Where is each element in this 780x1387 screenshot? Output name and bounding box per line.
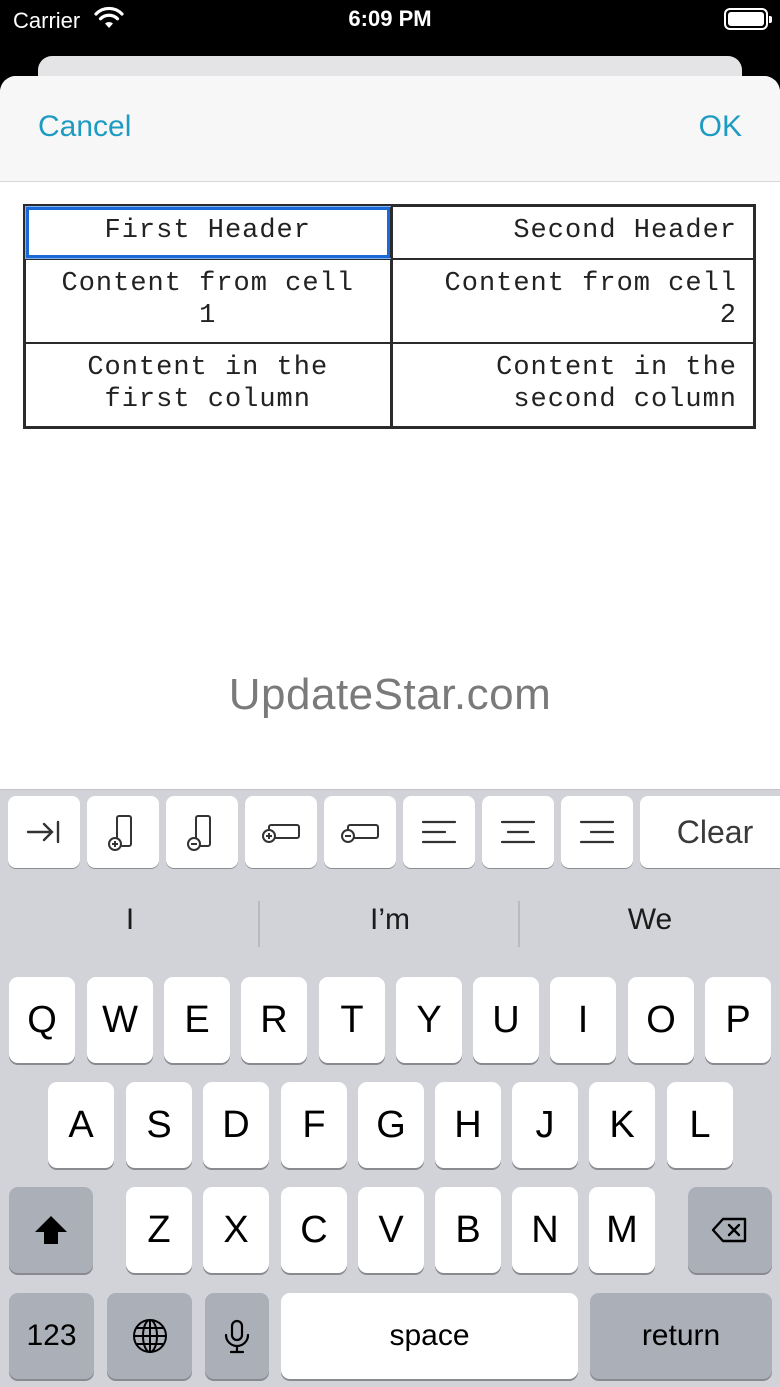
suggestion-item[interactable]: We [520,903,780,937]
keyboard: I I’m We Q W E R T Y U I O P A S D F G H… [0,877,780,1387]
table-header-row: First Header Second Header [26,207,753,258]
key-m[interactable]: M [589,1187,655,1273]
battery-icon [724,8,772,30]
align-right-icon [579,820,615,844]
status-bar: Carrier 6:09 PM [0,0,780,44]
table-cell[interactable]: Content from cell 2 [389,260,754,342]
microphone-icon [224,1319,250,1354]
table-cell[interactable]: Content from cell 1 [26,260,390,342]
delete-key[interactable] [688,1187,772,1273]
suggestion-bar: I I’m We [0,877,780,969]
align-left-button[interactable] [403,796,475,868]
markdown-table: First Header Second Header Content from … [23,204,756,429]
return-key[interactable]: return [590,1293,772,1379]
table-row: Content from cell 1 Content from cell 2 [26,258,753,342]
key-g[interactable]: G [358,1082,424,1168]
key-c[interactable]: C [281,1187,347,1273]
tab-indent-button[interactable] [8,796,80,868]
tab-indent-icon [26,820,60,844]
shift-icon [35,1216,67,1244]
key-u[interactable]: U [473,977,539,1063]
delete-icon [711,1217,747,1243]
remove-row-button[interactable] [166,796,238,868]
suggestion-item[interactable]: I [0,903,260,937]
align-right-button[interactable] [561,796,633,868]
key-s[interactable]: S [126,1082,192,1168]
align-left-icon [421,820,457,844]
key-e[interactable]: E [164,977,230,1063]
key-l[interactable]: L [667,1082,733,1168]
clear-button[interactable]: Clear [640,796,780,868]
key-y[interactable]: Y [396,977,462,1063]
remove-column-button[interactable] [324,796,396,868]
remove-row-icon [187,815,211,851]
table-cell[interactable]: First Header [26,207,390,258]
key-p[interactable]: P [705,977,771,1063]
key-t[interactable]: T [319,977,385,1063]
clock: 6:09 PM [348,6,432,31]
cancel-button[interactable]: Cancel [38,110,131,144]
key-d[interactable]: D [203,1082,269,1168]
key-w[interactable]: W [87,977,153,1063]
key-k[interactable]: K [589,1082,655,1168]
dictation-key[interactable] [205,1293,269,1379]
key-o[interactable]: O [628,977,694,1063]
numbers-key[interactable]: 123 [9,1293,94,1379]
key-r[interactable]: R [241,977,307,1063]
table-row: Content in the first column Content in t… [26,342,753,426]
key-n[interactable]: N [512,1187,578,1273]
key-q[interactable]: Q [9,977,75,1063]
key-j[interactable]: J [512,1082,578,1168]
remove-column-icon [341,824,379,843]
table-cell[interactable]: Content in the second column [389,344,754,426]
table-cell[interactable]: Content in the first column [26,344,390,426]
key-v[interactable]: V [358,1187,424,1273]
ok-button[interactable]: OK [699,110,742,144]
key-x[interactable]: X [203,1187,269,1273]
align-center-button[interactable] [482,796,554,868]
key-f[interactable]: F [281,1082,347,1168]
table-toolbar: Clear [0,789,780,877]
key-b[interactable]: B [435,1187,501,1273]
globe-icon [132,1319,167,1353]
watermark: UpdateStar.com [228,670,552,719]
key-z[interactable]: Z [126,1187,192,1273]
add-row-button[interactable] [87,796,159,868]
add-row-icon [108,815,132,851]
add-column-icon [262,824,300,843]
space-key[interactable]: space [281,1293,578,1379]
add-column-button[interactable] [245,796,317,868]
globe-key[interactable] [107,1293,192,1379]
suggestion-item[interactable]: I’m [260,903,520,937]
align-center-icon [500,820,536,844]
key-a[interactable]: A [48,1082,114,1168]
key-h[interactable]: H [435,1082,501,1168]
shift-key[interactable] [9,1187,93,1273]
table-cell[interactable]: Second Header [389,207,754,258]
nav-bar: Cancel OK [0,76,780,182]
key-i[interactable]: I [550,977,616,1063]
